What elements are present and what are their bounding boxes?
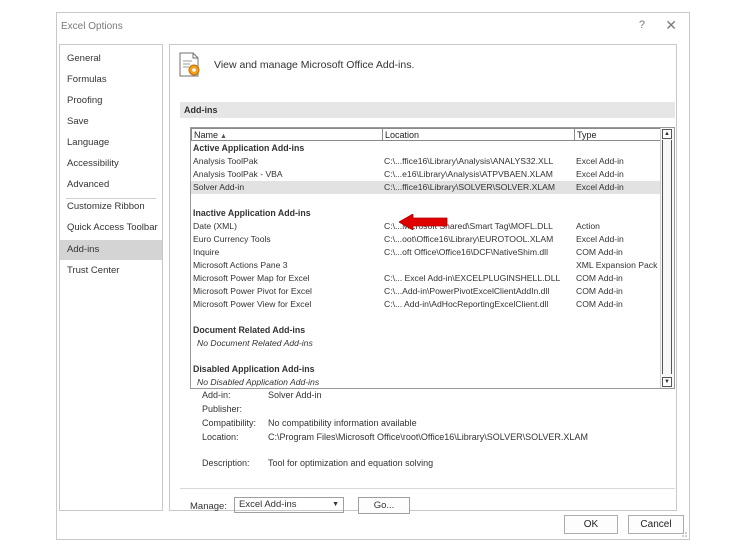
go-button[interactable]: Go... — [358, 497, 410, 514]
sort-ascending-icon: ▲ — [220, 133, 227, 140]
cell-name: Analysis ToolPak — [193, 156, 258, 166]
cell-type: COM Add-in — [576, 273, 623, 283]
chevron-down-icon: ▼ — [332, 501, 339, 508]
group-header-inactive: Inactive Application Add-ins — [193, 208, 311, 218]
cell-name: Microsoft Power Pivot for Excel — [193, 286, 312, 296]
cell-name: Euro Currency Tools — [193, 234, 271, 244]
cell-type: XML Expansion Pack — [576, 260, 658, 270]
detail-value-addin: Solver Add-in — [268, 390, 322, 400]
table-row[interactable]: Analysis ToolPak - VBA C:\...e16\Library… — [191, 168, 661, 181]
title-bar: Excel Options ? ✕ — [57, 13, 689, 41]
cell-name: Solver Add-in — [193, 182, 245, 192]
cell-type: COM Add-in — [576, 286, 623, 296]
window-title: Excel Options — [61, 21, 123, 32]
cell-name: Date (XML) — [193, 221, 237, 231]
nav-item-add-ins[interactable]: Add-ins — [60, 240, 162, 260]
scroll-down-icon[interactable]: ▼ — [662, 377, 672, 387]
cell-type: Excel Add-in — [576, 234, 624, 244]
table-row[interactable]: Inquire C:\...oft Office\Office16\DCF\Na… — [191, 246, 661, 259]
detail-label-location: Location: — [202, 432, 239, 442]
cell-type: COM Add-in — [576, 247, 623, 257]
detail-label-addin: Add-in: — [202, 390, 231, 400]
table-row[interactable]: Euro Currency Tools C:\...oot\Office16\L… — [191, 233, 661, 246]
nav-item-proofing[interactable]: Proofing — [60, 91, 162, 111]
table-row[interactable]: Microsoft Power Pivot for Excel C:\...Ad… — [191, 285, 661, 298]
nav-item-formulas[interactable]: Formulas — [60, 70, 162, 90]
table-row[interactable]: Analysis ToolPak C:\...ffice16\Library\A… — [191, 155, 661, 168]
empty-disabled-addins: No Disabled Application Add-ins — [197, 377, 320, 387]
cell-name: Microsoft Power Map for Excel — [193, 273, 310, 283]
nav-item-quick-access-toolbar[interactable]: Quick Access Toolbar — [60, 218, 162, 238]
add-ins-table[interactable]: Name ▲ Location Type Active Application A… — [190, 127, 675, 389]
detail-label-publisher: Publisher: — [202, 404, 243, 414]
nav-item-language[interactable]: Language — [60, 133, 162, 153]
detail-value-description: Tool for optimization and equation solvi… — [268, 458, 434, 468]
cell-location: C:\... Excel Add-in\EXCELPLUGINSHELL.DLL — [384, 273, 561, 283]
detail-value-compatibility: No compatibility information available — [268, 418, 417, 428]
table-row[interactable]: Microsoft Power Map for Excel C:\... Exc… — [191, 272, 661, 285]
manage-select-value: Excel Add-ins — [239, 499, 297, 510]
cell-location: C:\...Add-in\PowerPivotExcelClientAddIn.… — [384, 286, 550, 296]
cell-type: Excel Add-in — [576, 182, 624, 192]
cell-location: C:\...oft Office\Office16\DCF\NativeShim… — [384, 247, 548, 257]
nav-item-general[interactable]: General — [60, 49, 162, 69]
add-ins-gear-icon — [179, 52, 200, 77]
table-row-selected[interactable]: Solver Add-in C:\...ffice16\Library\SOLV… — [191, 181, 661, 194]
scroll-track[interactable] — [662, 140, 672, 374]
section-title: Add-ins — [180, 102, 675, 118]
detail-label-description: Description: — [202, 458, 250, 468]
group-header-active: Active Application Add-ins — [193, 143, 305, 153]
empty-document-addins: No Document Related Add-ins — [197, 338, 313, 348]
excel-options-dialog: Excel Options ? ✕ General Formulas Proof… — [56, 12, 690, 540]
table-row[interactable]: Microsoft Actions Pane 3 XML Expansion P… — [191, 259, 661, 272]
cell-location: C:\...oot\Office16\Library\EUROTOOL.XLAM — [384, 234, 554, 244]
column-header-type[interactable]: Type — [574, 128, 661, 141]
red-arrow-icon — [399, 214, 448, 230]
table-header: Name ▲ Location Type — [191, 128, 661, 142]
nav-item-trust-center[interactable]: Trust Center — [60, 261, 162, 281]
nav-item-save[interactable]: Save — [60, 112, 162, 132]
add-ins-panel: View and manage Microsoft Office Add-ins… — [169, 44, 677, 514]
column-header-location[interactable]: Location — [382, 128, 575, 141]
ok-button[interactable]: OK — [564, 515, 618, 534]
group-header-document: Document Related Add-ins — [193, 325, 306, 335]
nav-item-advanced[interactable]: Advanced — [60, 175, 162, 195]
cell-location: C:\...ffice16\Library\SOLVER\SOLVER.XLAM — [384, 182, 555, 192]
table-row[interactable]: Microsoft Power View for Excel C:\... Ad… — [191, 298, 661, 311]
cell-type: COM Add-in — [576, 299, 623, 309]
cell-name: Microsoft Actions Pane 3 — [193, 260, 288, 270]
close-button[interactable]: ✕ — [665, 17, 677, 34]
manage-select[interactable]: Excel Add-ins ▼ — [234, 497, 344, 513]
nav-item-accessibility[interactable]: Accessibility — [60, 154, 162, 174]
column-header-name[interactable]: Name ▲ — [191, 128, 383, 141]
panel-header-text: View and manage Microsoft Office Add-ins… — [214, 59, 415, 71]
cell-type: Excel Add-in — [576, 169, 624, 179]
nav-item-customize-ribbon[interactable]: Customize Ribbon — [60, 197, 162, 217]
cancel-button[interactable]: Cancel — [628, 515, 684, 534]
cell-location: C:\...ffice16\Library\Analysis\ANALYS32.… — [384, 156, 554, 166]
divider — [180, 488, 675, 489]
cell-name: Microsoft Power View for Excel — [193, 299, 312, 309]
vertical-scrollbar[interactable]: ▲ ▼ — [660, 128, 674, 388]
group-header-disabled: Disabled Application Add-ins — [193, 364, 315, 374]
scroll-up-icon[interactable]: ▲ — [662, 129, 672, 139]
cell-name: Analysis ToolPak - VBA — [193, 169, 283, 179]
help-button[interactable]: ? — [639, 19, 645, 31]
manage-label: Manage: — [190, 501, 227, 512]
detail-value-location: C:\Program Files\Microsoft Office\root\O… — [268, 432, 588, 442]
options-nav: General Formulas Proofing Save Language … — [59, 44, 163, 511]
cell-type: Action — [576, 221, 600, 231]
resize-grip-icon[interactable] — [680, 530, 688, 538]
detail-label-compatibility: Compatibility: — [202, 418, 257, 428]
cell-location: C:\...e16\Library\Analysis\ATPVBAEN.XLAM — [384, 169, 553, 179]
cell-name: Inquire — [193, 247, 220, 257]
cell-location: C:\... Add-in\AdHocReportingExcelClient.… — [384, 299, 549, 309]
cell-type: Excel Add-in — [576, 156, 624, 166]
